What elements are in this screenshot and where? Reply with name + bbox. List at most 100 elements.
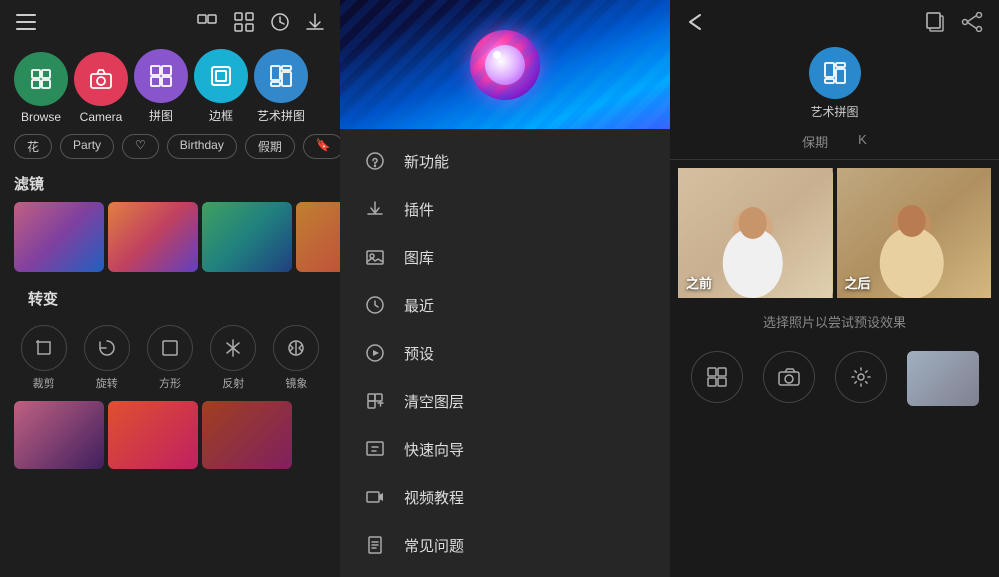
menu-item-plugins[interactable]: 插件: [340, 185, 670, 233]
bottom-thumb-1[interactable]: [14, 401, 104, 469]
grid-icon[interactable]: [234, 10, 254, 33]
menu-item-recent[interactable]: 最近: [340, 281, 670, 329]
filter-thumbnails: [0, 202, 340, 284]
right-tabs: 保期 K: [670, 128, 999, 160]
after-photo: 之后: [837, 168, 992, 298]
menu-item-quick-nav[interactable]: 快速向导: [340, 425, 670, 473]
nav-pinjie[interactable]: 拼图: [134, 49, 188, 124]
menu-item-faq[interactable]: 常见问题: [340, 521, 670, 569]
layers-icon[interactable]: [196, 10, 218, 33]
gallery-label: 图库: [404, 247, 434, 268]
play-icon: [364, 342, 386, 364]
filter-thumb-3[interactable]: [202, 202, 292, 272]
nav-browse[interactable]: Browse: [14, 52, 68, 124]
pinjie-label: 拼图: [149, 107, 173, 124]
logo-inner: [485, 45, 525, 85]
action-thumb[interactable]: [907, 351, 979, 406]
gallery-icon: [364, 246, 386, 268]
transform-section-title: 转变: [14, 284, 326, 317]
art-section-circle: [809, 47, 861, 99]
before-label: 之前: [686, 273, 712, 292]
menu-icon[interactable]: [16, 10, 36, 33]
transform-crop[interactable]: 裁剪: [14, 325, 73, 391]
tag-bookmark[interactable]: 🔖: [303, 134, 340, 159]
browse-label: Browse: [21, 110, 61, 124]
transform-square[interactable]: 方形: [140, 325, 199, 391]
download-icon[interactable]: [306, 10, 324, 33]
faq-label: 常见问题: [404, 535, 464, 556]
square-icon: [147, 325, 193, 371]
rotate-label: 旋转: [96, 375, 118, 391]
rotate-icon: [84, 325, 130, 371]
transform-rotate[interactable]: 旋转: [77, 325, 136, 391]
art-label: 艺术拼图: [257, 107, 305, 124]
toolbar-icons: [196, 10, 324, 33]
share-icon[interactable]: [961, 10, 983, 33]
menu-item-clear-layers[interactable]: 清空图层: [340, 377, 670, 425]
bottom-thumbnails: [0, 401, 340, 469]
art-circle: [254, 49, 308, 103]
menu-item-gallery[interactable]: 图库: [340, 233, 670, 281]
action-camera-btn[interactable]: [763, 351, 815, 403]
back-icon[interactable]: [686, 10, 708, 33]
top-toolbar: [0, 0, 340, 43]
quick-nav-label: 快速向导: [404, 439, 464, 460]
pinjie-circle: [134, 49, 188, 103]
reflect-label: 反射: [222, 375, 244, 391]
nav-camera[interactable]: Camera: [74, 52, 128, 124]
menu-item-preset[interactable]: 预设: [340, 329, 670, 377]
menu-item-video-tutorial[interactable]: 视频教程: [340, 473, 670, 521]
right-section-bar: 艺术拼图: [670, 43, 999, 128]
select-hint-text: 选择照片以尝试预设效果: [670, 302, 999, 341]
recent-label: 最近: [404, 295, 434, 316]
menu-item-new-features[interactable]: 新功能: [340, 137, 670, 185]
tag-flower[interactable]: 花: [14, 134, 52, 159]
tag-party[interactable]: Party: [60, 134, 114, 159]
before-photo: 之前: [678, 168, 833, 298]
history-icon[interactable]: [270, 10, 290, 33]
after-label: 之后: [845, 273, 871, 292]
transform-mirror[interactable]: 镜象: [267, 325, 326, 391]
copy-icon[interactable]: [925, 10, 945, 33]
action-settings-btn[interactable]: [835, 351, 887, 403]
mirror-icon: [273, 325, 319, 371]
clock-icon: [364, 294, 386, 316]
square-label: 方形: [159, 375, 181, 391]
photo-comparison: 之前 之后: [670, 160, 999, 302]
tag-heart[interactable]: ♡: [122, 134, 159, 159]
video-tutorial-label: 视频教程: [404, 487, 464, 508]
help-circle-icon: [364, 150, 386, 172]
faq-icon: [364, 534, 386, 556]
tab-k[interactable]: K: [858, 132, 867, 155]
transform-section: 转变 裁剪 旋转: [0, 284, 340, 401]
crop-icon: [21, 325, 67, 371]
nav-row: Browse Camera 拼图: [0, 43, 340, 134]
clear-layers-icon: [364, 390, 386, 412]
action-row: [670, 341, 999, 416]
download-plugin-icon: [364, 198, 386, 220]
tag-holiday[interactable]: 假期: [245, 134, 295, 159]
menu-hero-image: [340, 0, 670, 129]
bottom-thumb-3[interactable]: [202, 401, 292, 469]
biankuang-circle: [194, 49, 248, 103]
action-browse-btn[interactable]: [691, 351, 743, 403]
right-top-icons: [925, 10, 983, 33]
crop-label: 裁剪: [33, 375, 55, 391]
clear-layers-label: 清空图层: [404, 391, 464, 412]
filter-thumb-2[interactable]: [108, 202, 198, 272]
tab-baoqi[interactable]: 保期: [802, 132, 828, 155]
art-section-label: 艺术拼图: [810, 103, 858, 120]
plugins-label: 插件: [404, 199, 434, 220]
nav-biankuang[interactable]: 边框: [194, 49, 248, 124]
transform-reflect[interactable]: 反射: [204, 325, 263, 391]
tag-row: 花 Party ♡ Birthday 假期 🔖: [0, 134, 340, 169]
tag-birthday[interactable]: Birthday: [167, 134, 237, 159]
bottom-thumb-2[interactable]: [108, 401, 198, 469]
right-panel: 艺术拼图 保期 K 之前: [670, 0, 999, 577]
nav-art[interactable]: 艺术拼图: [254, 49, 308, 124]
filters-section-title: 滤镜: [0, 169, 340, 202]
left-panel: Browse Camera 拼图: [0, 0, 340, 577]
preset-label: 预设: [404, 343, 434, 364]
filter-thumb-1[interactable]: [14, 202, 104, 272]
reflect-icon: [210, 325, 256, 371]
